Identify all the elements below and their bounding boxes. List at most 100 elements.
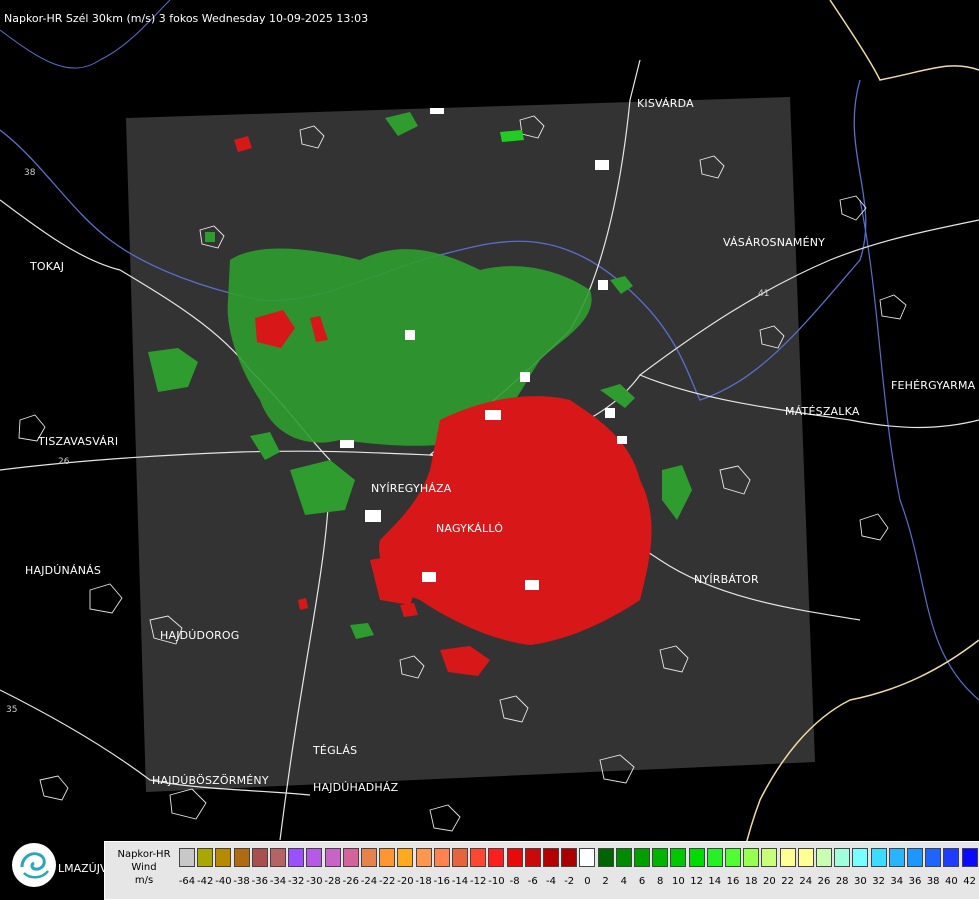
legend-swatch [215,848,232,867]
legend-tick-label: -22 [379,876,396,887]
legend-swatch [543,848,559,867]
city-label-hajdudorog: HAJDÚDOROG [160,629,240,642]
legend-tick-label: -20 [397,876,414,887]
legend-tick-label: 10 [672,876,685,887]
legend-swatch [816,848,832,867]
legend-swatch [324,848,341,867]
legend-tick-label: 16 [726,876,740,887]
legend-tick-label: -40 [215,876,232,887]
legend-tick-label: -24 [360,876,378,887]
legend-tick-label: -26 [342,876,359,887]
legend-swatch [961,848,978,867]
legend-tick-label: -10 [488,876,505,887]
legend-tick-label: 8 [657,876,664,887]
legend-swatch [288,848,305,867]
legend-tick-label: 20 [763,876,776,887]
legend-swatch [706,848,723,867]
city-label-vasarosnameny: VÁSÁROSNAMÉNY [723,236,826,249]
legend-swatch [342,848,359,867]
city-label-hajdunanas: HAJDÚNÁNÁS [25,564,102,577]
legend-swatch [452,848,468,867]
legend-swatch [233,848,250,867]
road-number-label: 38 [24,168,36,178]
legend-tick-label: -30 [306,876,323,887]
legend-tick-label: -4 [546,876,556,887]
city-label-mateszalka: MÁTÉSZALKA [785,405,860,418]
legend-tick-label: 18 [744,876,758,887]
legend-swatch [670,848,687,867]
city-label-nyirbator: NYÍRBÁTOR [694,573,759,586]
legend-tick-label: -34 [269,876,287,887]
legend-swatch [743,848,760,867]
legend-swatch [397,848,414,867]
legend-swatch [834,848,851,867]
legend-tick-label: 12 [690,876,703,887]
legend-swatch [579,848,596,867]
legend-tick-label: 26 [817,876,831,887]
legend-tick-label: 32 [872,876,885,887]
legend-swatch [652,848,669,867]
legend-tick-label: 42 [963,876,976,887]
city-label-hajduhadhaz: HAJDÚHADHÁZ [313,781,399,794]
legend-swatch [415,848,432,867]
city-label-teglas: TÉGLÁS [313,744,358,757]
legend-tick-label: 30 [854,876,867,887]
legend-swatch [524,848,541,867]
legend-swatch [597,848,614,867]
city-label-fehergyarmat: FEHÉRGYARMA [891,379,976,392]
road-number-label: 41 [758,289,769,299]
radar-map: 38 26 41 35 [0,0,979,900]
legend-tick-label: 40 [945,876,958,887]
legend-tick-label: -16 [433,876,450,887]
legend-swatch [634,848,650,867]
legend-tick-label: -64 [178,876,196,887]
legend-swatch [470,848,487,867]
city-label-tokaj: TOKAJ [30,260,65,273]
legend-tick-label: -2 [564,876,575,887]
legend-swatch [907,848,923,867]
legend-swatch [852,848,869,867]
road-number-label: 26 [58,457,70,467]
city-label-nyiregyhaza: NYÍREGYHÁZA [371,482,452,495]
legend-swatch [888,848,905,867]
legend-tick-label: -28 [324,876,341,887]
legend-tick-label: 36 [908,876,922,887]
legend-swatch [251,848,268,867]
legend-swatch [179,848,195,867]
city-label-kisvarda: KISVÁRDA [637,97,694,110]
legend-tick-label: 4 [620,876,627,887]
legend-tick-label: -6 [527,876,538,887]
legend-title-line2: Wind [131,862,157,873]
legend-swatch [433,848,450,867]
legend-swatch [306,848,323,867]
legend-unit: m/s [134,875,154,886]
legend-swatch [925,848,942,867]
legend-tick-label: -8 [509,876,520,887]
legend-swatch [379,848,396,867]
city-label-nagykallo: NAGYKÁLLÓ [436,522,504,535]
legend-title-line1: Napkor-HR [117,849,171,860]
legend-swatch [779,848,796,867]
legend-swatch [488,848,505,867]
legend-swatch [688,848,705,867]
legend-tick-label: 22 [781,876,794,887]
legend-swatch [270,848,286,867]
legend-tick-label: 38 [926,876,940,887]
legend-tick-label: 34 [890,876,904,887]
legend-tick-label: -42 [197,876,214,887]
legend-tick-label: -18 [415,876,432,887]
legend-tick-label: 24 [799,876,813,887]
legend-tick-label: 28 [835,876,849,887]
map-title: Napkor-HR Szél 30km (m/s) 3 fokos Wednes… [4,12,369,25]
legend-tick-label: 14 [708,876,722,887]
legend-tick-label: 0 [584,876,591,887]
legend-tick-label: 6 [638,876,646,887]
logo-icon [12,843,56,887]
legend-swatch [725,848,741,867]
legend-tick-label: 2 [602,876,609,887]
legend-swatch [797,848,814,867]
legend-tick-label: -32 [288,876,305,887]
legend: Napkor-HR Wind m/s -64 -42 -40 -38 -36 -34 -32… [104,841,979,900]
legend-title: Napkor-HR Wind m/s [111,848,177,887]
legend-tick-label: -38 [233,876,250,887]
